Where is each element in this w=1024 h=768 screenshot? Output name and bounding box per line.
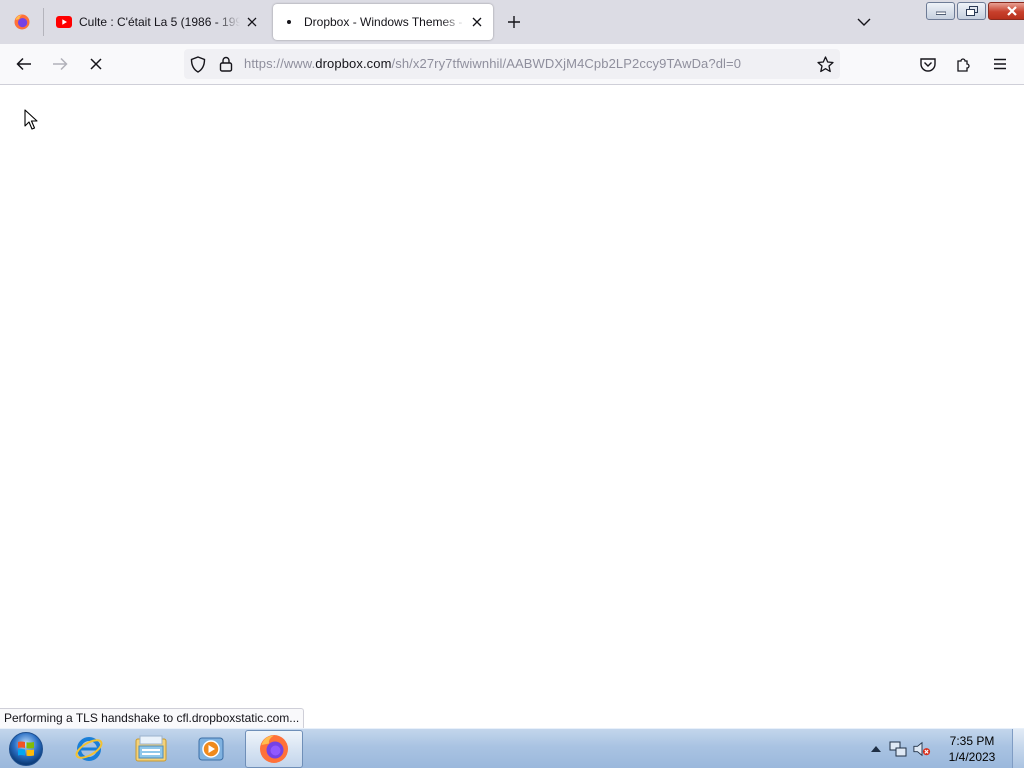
url-path: /sh/x27ry7tfwiwnhil/AABWDXjM4Cpb2LP2ccy9…	[391, 56, 742, 71]
tab-dropbox[interactable]: Dropbox - Windows Themes - Simplify your…	[273, 4, 493, 40]
restore-button[interactable]	[957, 2, 986, 20]
stop-button[interactable]	[82, 50, 110, 78]
firefox-icon	[14, 14, 30, 30]
taskbar-firefox[interactable]	[245, 730, 303, 768]
tab-close-button[interactable]	[240, 10, 264, 34]
puzzle-piece-icon	[957, 58, 970, 72]
page-content	[0, 85, 1024, 728]
internet-explorer-icon	[75, 737, 103, 761]
arrow-left-icon	[16, 57, 31, 71]
mouse-pointer-icon	[24, 109, 38, 130]
volume-muted-tray-icon[interactable]	[913, 740, 931, 758]
close-icon	[472, 17, 482, 27]
minimize-icon	[935, 11, 946, 15]
address-bar[interactable]: https://www.dropbox.com/sh/x27ry7tfwiwnh…	[184, 49, 840, 79]
hamburger-menu-icon	[994, 58, 1006, 70]
minimize-button[interactable]	[926, 2, 955, 20]
taskbar-internet-explorer[interactable]	[60, 730, 118, 768]
show-hidden-icons-button[interactable]	[867, 740, 885, 758]
clock-time: 7:35 PM	[949, 734, 995, 748]
pocket-button[interactable]	[914, 50, 942, 78]
stop-icon	[90, 58, 102, 70]
new-tab-button[interactable]	[502, 10, 526, 34]
tab-separator	[43, 8, 44, 36]
tab-title: Culte : C'était La 5 (1986 - 1992)	[79, 15, 240, 29]
close-icon	[247, 17, 257, 27]
tab-title: Dropbox - Windows Themes - Simplify your…	[304, 15, 465, 29]
tab-strip: Culte : C'était La 5 (1986 - 1992) Dropb…	[0, 0, 1024, 44]
lock-icon[interactable]	[217, 55, 235, 73]
windows-start-orb-icon	[9, 732, 43, 766]
tab-close-button[interactable]	[465, 10, 489, 34]
loading-dot-icon	[281, 14, 297, 30]
taskbar-clock[interactable]: 7:35 PM 1/4/2023	[936, 733, 1008, 765]
extensions-button[interactable]	[950, 50, 978, 78]
firefox-view-button[interactable]	[0, 0, 44, 44]
show-desktop-button[interactable]	[1012, 729, 1024, 768]
plus-icon	[508, 16, 520, 28]
triangle-up-icon	[871, 746, 881, 752]
arrow-right-icon	[53, 57, 68, 71]
close-icon	[1006, 6, 1017, 16]
taskbar: 7:35 PM 1/4/2023	[0, 728, 1024, 768]
windows-explorer-icon	[135, 735, 167, 762]
taskbar-media-player[interactable]	[182, 730, 240, 768]
status-panel: Performing a TLS handshake to cfl.dropbo…	[0, 708, 305, 728]
media-player-icon	[198, 737, 224, 761]
url-text[interactable]: https://www.dropbox.com/sh/x27ry7tfwiwnh…	[244, 56, 741, 71]
back-button[interactable]	[10, 50, 38, 78]
pocket-icon	[920, 57, 936, 72]
firefox-icon	[260, 735, 288, 763]
url-scheme: https://www.	[244, 56, 316, 71]
forward-button[interactable]	[46, 50, 74, 78]
tracking-protection-icon[interactable]	[189, 55, 207, 73]
network-tray-icon[interactable]	[889, 740, 907, 758]
youtube-icon	[56, 14, 72, 30]
start-button[interactable]	[6, 730, 46, 768]
clock-date: 1/4/2023	[948, 750, 996, 764]
navigation-toolbar: https://www.dropbox.com/sh/x27ry7tfwiwnh…	[0, 44, 1024, 85]
app-menu-button[interactable]	[986, 50, 1014, 78]
list-all-tabs-button[interactable]	[852, 10, 876, 34]
url-host: dropbox.com	[315, 56, 392, 71]
taskbar-windows-explorer[interactable]	[122, 730, 180, 768]
close-window-button[interactable]	[988, 2, 1024, 20]
bookmark-star-icon[interactable]	[816, 55, 834, 73]
restore-icon	[965, 6, 978, 16]
window-caption-buttons	[924, 2, 1024, 20]
chevron-down-icon	[857, 18, 871, 26]
tab-youtube[interactable]: Culte : C'était La 5 (1986 - 1992)	[48, 4, 268, 40]
